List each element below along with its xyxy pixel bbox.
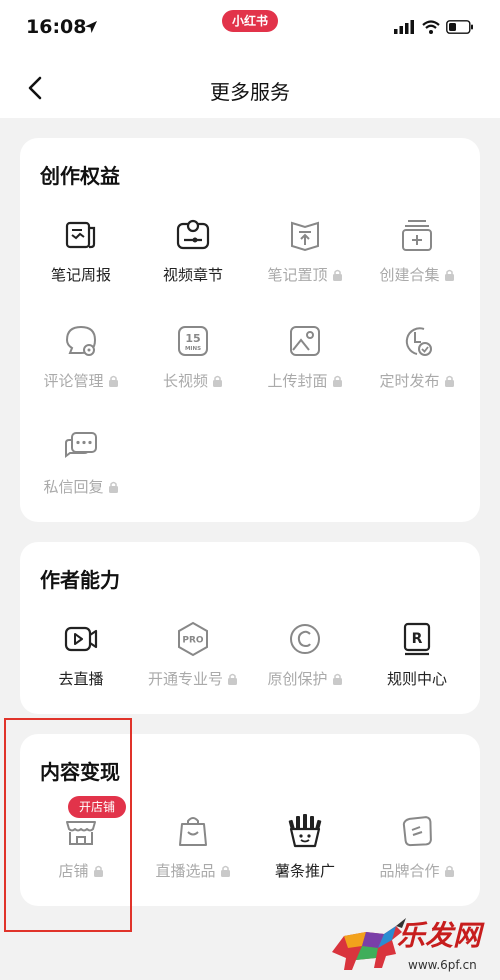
comment-manage-icon	[65, 325, 97, 356]
svg-text:PRO: PRO	[182, 636, 204, 646]
service-item-weekly-report[interactable]: 笔记周报	[26, 216, 136, 285]
scheduled-publish-icon	[405, 327, 432, 356]
card-author-abilities: 作者能力 去直播 PRO 开通专业号 原创保护 R 规则中心	[20, 542, 480, 714]
service-item-scheduled-publish[interactable]: 定时发布	[362, 322, 472, 391]
service-item-label: 私信回复	[43, 476, 118, 497]
lock-icon	[220, 865, 230, 877]
service-item-label: 直播选品	[155, 860, 230, 881]
svg-text:MINS: MINS	[185, 346, 201, 352]
lock-icon	[228, 673, 237, 685]
video-chapter-icon	[176, 219, 210, 250]
app-indicator-pill[interactable]: 小红书	[222, 10, 278, 32]
wifi-icon	[422, 20, 440, 34]
service-item-fries-promotion[interactable]: 薯条推广	[250, 812, 360, 881]
service-item-label: 薯条推广	[274, 862, 335, 880]
watermark: 乐发网 www.6pf.cn	[322, 912, 498, 978]
weekly-report-icon	[65, 221, 96, 249]
live-stream-icon	[64, 626, 98, 652]
service-item-label: 创建合集	[379, 264, 454, 285]
page-title: 更多服务	[210, 80, 290, 104]
collection-icon	[402, 220, 432, 251]
long-video-icon: 15 MINS	[178, 326, 208, 356]
lock-icon	[444, 375, 454, 387]
card-creation-rights: 创作权益 笔记周报 视频章节 笔记置顶 创建合集 评论管理 15 MINS 长视…	[20, 138, 480, 522]
service-item-label: 上传封面	[267, 370, 342, 391]
status-time: 16:08	[26, 16, 87, 38]
lock-icon	[444, 865, 454, 877]
lock-icon	[332, 269, 342, 281]
location-arrow-icon	[85, 21, 97, 33]
lock-icon	[93, 865, 103, 877]
signal-icon	[394, 20, 414, 34]
service-item-pro-account[interactable]: PRO 开通专业号	[138, 620, 248, 689]
service-item-comment-manage[interactable]: 评论管理	[26, 322, 136, 391]
svg-text:R: R	[412, 631, 423, 647]
fries-promotion-icon	[288, 814, 322, 848]
service-item-rules-center[interactable]: R 规则中心	[362, 620, 472, 689]
message-reply-icon	[65, 432, 97, 458]
brand-cooperation-icon	[402, 816, 432, 847]
pin-top-icon	[291, 221, 319, 252]
service-item-label: 定时发布	[379, 370, 454, 391]
battery-icon	[446, 20, 473, 34]
service-item-label: 原创保护	[267, 668, 342, 689]
copyright-icon	[290, 624, 320, 654]
service-item-live-stream[interactable]: 去直播	[26, 620, 136, 689]
nav-bar: 更多服务	[0, 60, 500, 118]
service-item-collection[interactable]: 创建合集	[362, 216, 472, 285]
status-bar: 16:08 小红书	[0, 0, 500, 60]
service-item-long-video[interactable]: 15 MINS 长视频	[138, 322, 248, 391]
service-item-message-reply[interactable]: 私信回复	[26, 428, 136, 497]
section-title: 内容变现	[40, 760, 120, 784]
service-item-label: 评论管理	[43, 370, 118, 391]
upload-cover-icon	[290, 326, 320, 356]
rules-center-icon: R	[403, 622, 431, 656]
service-item-pin-top[interactable]: 笔记置顶	[250, 216, 360, 285]
service-item-label: 长视频	[163, 370, 223, 391]
status-icons	[394, 20, 474, 34]
lock-icon	[108, 481, 118, 493]
watermark-text: 乐发网	[397, 919, 482, 952]
pro-account-icon: PRO	[178, 621, 208, 657]
open-shop-badge[interactable]: 开店铺	[68, 796, 126, 818]
service-item-label: 视频章节	[162, 266, 223, 284]
service-item-copyright[interactable]: 原创保护	[250, 620, 360, 689]
live-selection-icon	[179, 817, 207, 846]
lock-icon	[332, 673, 342, 685]
section-title: 作者能力	[40, 568, 120, 592]
watermark-url: www.6pf.cn	[408, 958, 477, 972]
service-item-label: 开通专业号	[148, 668, 238, 689]
service-item-label: 品牌合作	[379, 860, 454, 881]
lock-icon	[444, 269, 454, 281]
lock-icon	[213, 375, 222, 387]
service-item-video-chapter[interactable]: 视频章节	[138, 216, 248, 285]
service-item-brand-cooperation[interactable]: 品牌合作	[362, 812, 472, 881]
service-item-live-selection[interactable]: 直播选品	[138, 812, 248, 881]
service-item-upload-cover[interactable]: 上传封面	[250, 322, 360, 391]
service-item-label: 去直播	[58, 670, 104, 688]
section-title: 创作权益	[40, 164, 120, 188]
service-item-label: 店铺	[58, 860, 103, 881]
lock-icon	[332, 375, 342, 387]
service-item-shop[interactable]: 店铺	[26, 812, 136, 881]
svg-text:15: 15	[185, 332, 200, 345]
service-item-label: 规则中心	[386, 670, 447, 688]
service-item-label: 笔记置顶	[267, 264, 342, 285]
lock-icon	[108, 375, 118, 387]
service-item-label: 笔记周报	[50, 266, 111, 284]
card-content-monetization: 内容变现 店铺 直播选品 薯条推广 品牌合作	[20, 734, 480, 906]
